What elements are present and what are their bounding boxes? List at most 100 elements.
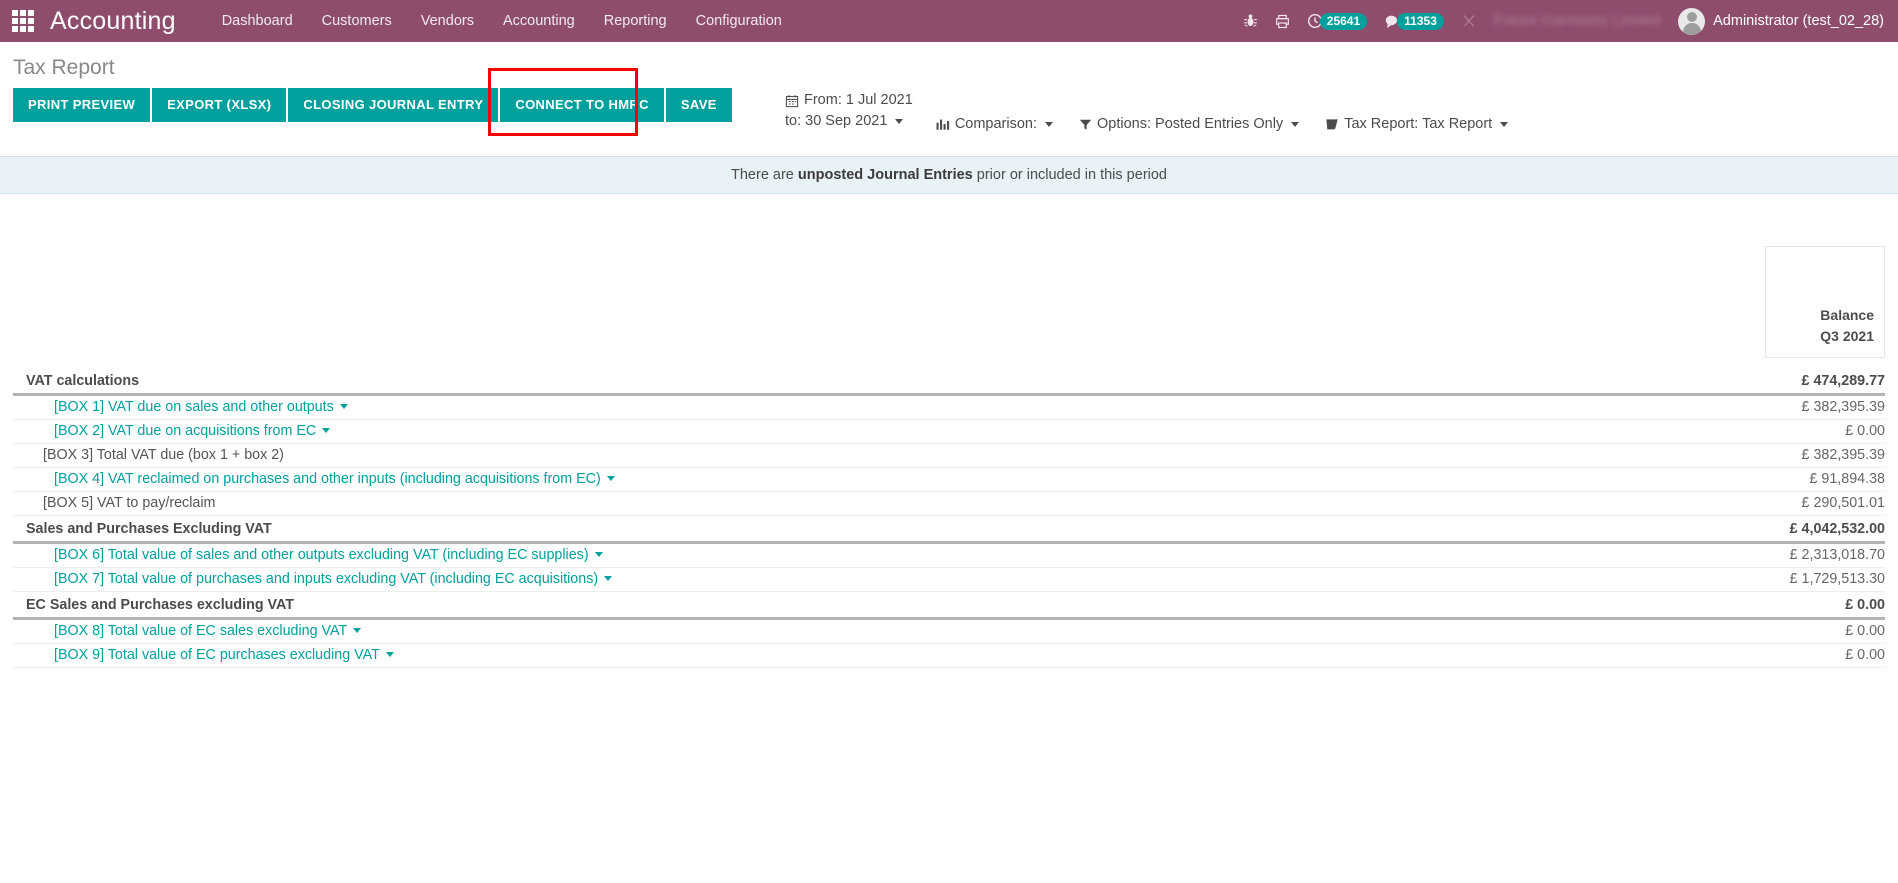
balance-column-header: Balance Q3 2021 — [1765, 246, 1885, 358]
main-menu: Dashboard Customers Vendors Accounting R… — [222, 13, 782, 29]
chevron-down-icon[interactable] — [594, 552, 603, 557]
table-cell-label: [BOX 6] Total value of sales and other o… — [13, 542, 1629, 568]
filters-lower-group: Comparison: Options: Posted Entries Only — [923, 96, 1521, 132]
table-row: [BOX 4] VAT reclaimed on purchases and o… — [13, 467, 1885, 492]
chevron-down-icon[interactable] — [322, 428, 331, 433]
menu-item-configuration[interactable]: Configuration — [696, 13, 782, 29]
alert-suffix: prior or included in this period — [972, 167, 1167, 183]
label-indent: [BOX 1] VAT due on sales and other outpu… — [13, 399, 348, 415]
date-range-filter[interactable]: From: 1 Jul 2021 to: 30 Sep 2021 — [785, 90, 923, 132]
bar-chart-icon — [936, 118, 950, 131]
table-row: [BOX 9] Total value of EC purchases excl… — [13, 643, 1885, 668]
chevron-down-icon — [1045, 121, 1054, 127]
action-buttons: PRINT PREVIEW EXPORT (XLSX) CLOSING JOUR… — [13, 68, 732, 136]
table-cell-amount: £ 0.00 — [1628, 419, 1885, 444]
tax-report-table-body: VAT calculations £ 474,289.77 [BOX 1] VAT … — [13, 368, 1885, 668]
table-cell-label: [BOX 8] Total value of EC sales excludin… — [13, 618, 1629, 644]
page-title: Tax Report — [13, 56, 115, 79]
label-indent: [BOX 6] Total value of sales and other o… — [13, 547, 603, 563]
table-cell-amount: £ 4,042,532.00 — [1628, 515, 1885, 544]
user-menu[interactable]: Administrator (test_02_28) — [1678, 7, 1884, 35]
tax-report-body: Balance Q3 2021 VAT calculations £ 474,28… — [0, 194, 1898, 668]
table-row-section: EC Sales and Purchases excluding VAT £ 0.… — [13, 591, 1885, 620]
table-cell-amount: £ 382,395.39 — [1628, 443, 1885, 468]
label-indent: [BOX 4] VAT reclaimed on purchases and o… — [13, 471, 615, 487]
table-cell-label: [BOX 3] Total VAT due (box 1 + box 2) — [13, 443, 1629, 468]
table-row: [BOX 1] VAT due on sales and other outpu… — [13, 394, 1885, 420]
company-name[interactable]: Future Garments Limited — [1494, 13, 1661, 29]
control-panel-row: PRINT PREVIEW EXPORT (XLSX) CLOSING JOUR… — [0, 68, 1898, 144]
date-to-line: to: 30 Sep 2021 — [785, 111, 904, 132]
activities-counter[interactable]: 25641 — [1307, 12, 1368, 30]
tax-report-table: VAT calculations £ 474,289.77 [BOX 1] VAT … — [13, 368, 1885, 668]
table-cell-amount: £ 382,395.39 — [1628, 394, 1885, 420]
table-cell-amount: £ 91,894.38 — [1628, 467, 1885, 492]
options-label: Options: Posted Entries Only — [1097, 116, 1284, 132]
tax-box-link[interactable]: [BOX 2] VAT due on acquisitions from EC — [54, 423, 316, 439]
table-row: [BOX 8] Total value of EC sales excludin… — [13, 618, 1885, 644]
user-name-label[interactable]: Administrator (test_02_28) — [1713, 13, 1884, 29]
table-cell-amount: £ 0.00 — [1628, 618, 1885, 644]
chevron-down-icon[interactable] — [604, 576, 613, 581]
table-cell-label: EC Sales and Purchases excluding VAT — [13, 591, 1629, 620]
comparison-label: Comparison: — [954, 116, 1038, 132]
export-xlsx-button[interactable]: EXPORT (XLSX) — [152, 88, 287, 122]
table-cell-label: [BOX 2] VAT due on acquisitions from EC — [13, 419, 1629, 444]
menu-item-vendors[interactable]: Vendors — [421, 13, 474, 29]
bug-icon[interactable] — [1243, 13, 1258, 29]
table-row: [BOX 7] Total value of purchases and inp… — [13, 567, 1885, 592]
report-selector-filter[interactable]: Tax Report: Tax Report — [1312, 116, 1521, 132]
messages-counter[interactable]: 11353 — [1384, 12, 1444, 30]
menu-item-reporting[interactable]: Reporting — [604, 13, 667, 29]
tax-box-link[interactable]: [BOX 8] Total value of EC sales excludin… — [54, 623, 347, 639]
chevron-down-icon — [1291, 121, 1300, 127]
menu-item-dashboard[interactable]: Dashboard — [222, 13, 293, 29]
tax-box-link[interactable]: [BOX 4] VAT reclaimed on purchases and o… — [54, 471, 601, 487]
activities-count-badge[interactable]: 25641 — [1319, 12, 1368, 30]
apps-grid-icon[interactable] — [8, 6, 38, 36]
scissors-icon[interactable] — [1461, 13, 1477, 29]
chevron-down-icon — [1500, 121, 1509, 127]
user-avatar-icon — [1678, 7, 1706, 35]
print-preview-button[interactable]: PRINT PREVIEW — [13, 88, 151, 122]
connect-to-hmrc-button[interactable]: CONNECT TO HMRC — [500, 88, 664, 122]
table-cell-label: [BOX 7] Total value of purchases and inp… — [13, 567, 1629, 592]
table-cell-label: [BOX 1] VAT due on sales and other outpu… — [13, 394, 1629, 420]
tax-box-link[interactable]: [BOX 6] Total value of sales and other o… — [54, 547, 589, 563]
comparison-filter[interactable]: Comparison: — [923, 116, 1066, 132]
book-icon — [1325, 118, 1339, 131]
label-indent: [BOX 8] Total value of EC sales excludin… — [13, 623, 362, 639]
table-cell-label: Sales and Purchases Excluding VAT — [13, 515, 1629, 544]
alert-prefix: There are — [731, 167, 798, 183]
chevron-down-icon[interactable] — [353, 628, 362, 633]
app-brand-title[interactable]: Accounting — [50, 7, 176, 36]
chevron-down-icon[interactable] — [385, 652, 394, 657]
balance-header-label: Balance — [1820, 307, 1874, 323]
column-header-row: Balance Q3 2021 — [13, 194, 1885, 358]
balance-header-period: Q3 2021 — [1820, 328, 1874, 344]
closing-journal-entry-button[interactable]: CLOSING JOURNAL ENTRY — [288, 88, 499, 122]
report-selector-label: Tax Report: Tax Report — [1344, 116, 1493, 132]
tax-box-label: [BOX 5] VAT to pay/reclaim — [43, 495, 216, 511]
tax-box-link[interactable]: [BOX 9] Total value of EC purchases excl… — [54, 647, 380, 663]
table-cell-amount: £ 1,729,513.30 — [1628, 567, 1885, 592]
messages-count-badge[interactable]: 11353 — [1397, 12, 1444, 30]
options-filter[interactable]: Options: Posted Entries Only — [1066, 116, 1312, 132]
tax-box-link[interactable]: [BOX 7] Total value of purchases and inp… — [54, 571, 598, 587]
menu-item-customers[interactable]: Customers — [322, 13, 392, 29]
chevron-down-icon[interactable] — [339, 404, 348, 409]
printer-icon[interactable] — [1275, 14, 1290, 29]
table-cell-amount: £ 290,501.01 — [1628, 491, 1885, 516]
save-button[interactable]: SAVE — [665, 88, 732, 122]
table-cell-amount: £ 474,289.77 — [1628, 368, 1885, 396]
chevron-down-icon[interactable] — [606, 476, 615, 481]
tax-box-label: [BOX 3] Total VAT due (box 1 + box 2) — [43, 447, 284, 463]
label-indent: [BOX 9] Total value of EC purchases excl… — [13, 647, 394, 663]
table-cell-label: [BOX 4] VAT reclaimed on purchases and o… — [13, 467, 1629, 492]
connect-to-hmrc-wrapper: CONNECT TO HMRC — [488, 68, 664, 136]
navbar-right-tools: 25641 11353 Future Garments Limited Admi… — [1243, 7, 1884, 35]
table-cell-label: VAT calculations — [13, 368, 1629, 396]
tax-box-link[interactable]: [BOX 1] VAT due on sales and other outpu… — [54, 399, 334, 415]
menu-item-accounting[interactable]: Accounting — [503, 13, 575, 29]
calendar-icon — [785, 94, 799, 108]
